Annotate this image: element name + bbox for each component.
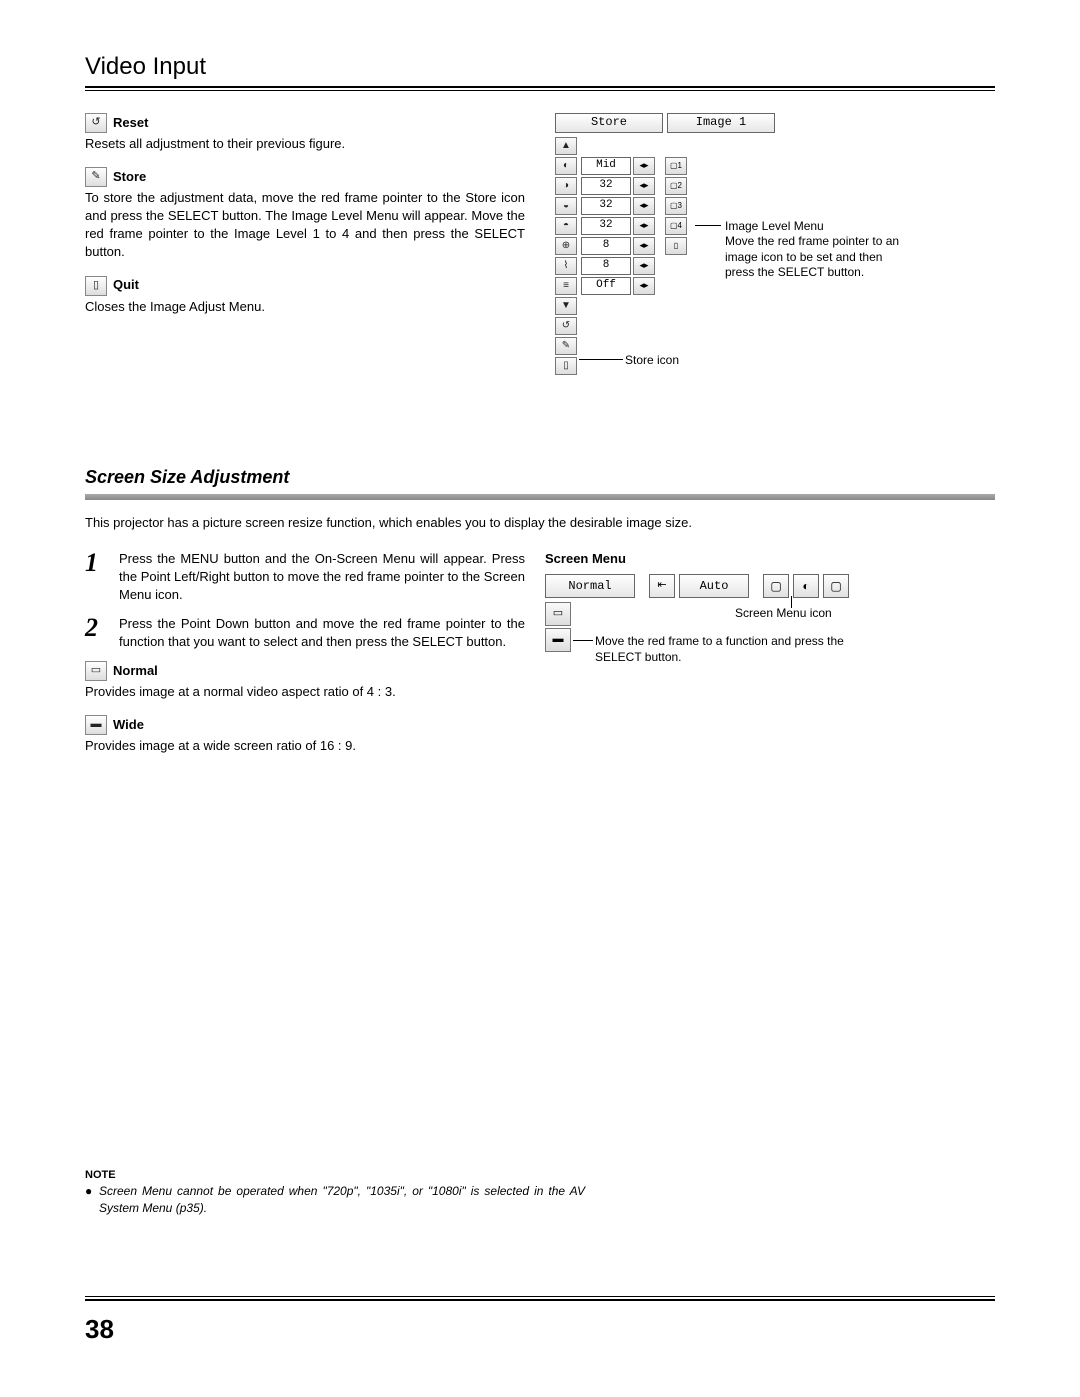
- sm-normal-ratio-icon[interactable]: ▭: [545, 602, 571, 626]
- store-desc: To store the adjustment data, move the r…: [85, 189, 525, 262]
- lr-arrows-icon[interactable]: ◂▸: [633, 237, 655, 255]
- title-rule: [85, 90, 995, 91]
- level-quit-icon[interactable]: ▯: [665, 237, 687, 255]
- sm-annot-body: Move the red frame to a function and pre…: [595, 634, 855, 665]
- adjust-icon-6[interactable]: ⌇: [555, 257, 577, 275]
- lr-arrows-icon[interactable]: ◂▸: [633, 217, 655, 235]
- lr-arrows-icon[interactable]: ◂▸: [633, 257, 655, 275]
- lr-arrows-icon[interactable]: ◂▸: [633, 177, 655, 195]
- sm-normal-button[interactable]: Normal: [545, 574, 635, 598]
- step-2-text: Press the Point Down button and move the…: [119, 615, 525, 651]
- adjust-icon-5[interactable]: ⊕: [555, 237, 577, 255]
- level-3-icon[interactable]: ▢3: [665, 197, 687, 215]
- store-row-icon[interactable]: ✎: [555, 337, 577, 355]
- sm-icon-2[interactable]: ◐: [793, 574, 819, 598]
- adjust-icon-7[interactable]: ≡: [555, 277, 577, 295]
- page-number: 38: [85, 1311, 114, 1347]
- sm-screen-icon[interactable]: ▢: [763, 574, 789, 598]
- osd-value-3: 32: [581, 217, 631, 235]
- quit-icon: ▯: [85, 276, 107, 296]
- note-text: Screen Menu cannot be operated when "720…: [85, 1183, 585, 1217]
- sm-icon-1[interactable]: ⇤: [649, 574, 675, 598]
- section-title: Screen Size Adjustment: [85, 465, 995, 490]
- store-icon: ✎: [85, 167, 107, 187]
- sm-auto-button[interactable]: Auto: [679, 574, 749, 598]
- osd-value-6: Off: [581, 277, 631, 295]
- scroll-down-icon[interactable]: ▼: [555, 297, 577, 315]
- osd-panel: Store Image 1 ▲ ◐ ◑ ◒ ◓ ⊕ ⌇ ≡ ▼ ↺ ✎ ▯: [555, 113, 995, 375]
- osd-value-5: 8: [581, 257, 631, 275]
- reset-icon: ↺: [85, 113, 107, 133]
- reset-label: Reset: [113, 114, 148, 132]
- osd-annot-body: Move the red frame pointer to an image i…: [725, 234, 905, 281]
- osd-value-2: 32: [581, 197, 631, 215]
- scroll-up-icon[interactable]: ▲: [555, 137, 577, 155]
- adjust-icon-2[interactable]: ◑: [555, 177, 577, 195]
- reset-row-icon[interactable]: ↺: [555, 317, 577, 335]
- lr-arrows-icon[interactable]: ◂▸: [633, 277, 655, 295]
- adjust-icon-1[interactable]: ◐: [555, 157, 577, 175]
- adjust-icon-4[interactable]: ◓: [555, 217, 577, 235]
- sm-icon-3[interactable]: ▢: [823, 574, 849, 598]
- wide-desc: Provides image at a wide screen ratio of…: [85, 737, 525, 755]
- note-title: NOTE: [85, 1168, 585, 1183]
- reset-desc: Resets all adjustment to their previous …: [85, 135, 525, 153]
- osd-value-4: 8: [581, 237, 631, 255]
- wide-label: Wide: [113, 716, 144, 734]
- sm-wide-ratio-icon[interactable]: ▬: [545, 628, 571, 652]
- adjust-icon-3[interactable]: ◒: [555, 197, 577, 215]
- quit-label: Quit: [113, 276, 139, 294]
- lr-arrows-icon[interactable]: ◂▸: [633, 197, 655, 215]
- footer-rule-1: [85, 1296, 995, 1297]
- quit-desc: Closes the Image Adjust Menu.: [85, 298, 525, 316]
- level-2-icon[interactable]: ▢2: [665, 177, 687, 195]
- level-4-icon[interactable]: ▢4: [665, 217, 687, 235]
- footer-rule-2: [85, 1299, 995, 1301]
- sm-annot-icon: Screen Menu icon: [735, 606, 832, 622]
- normal-icon: ▭: [85, 661, 107, 681]
- normal-desc: Provides image at a normal video aspect …: [85, 683, 525, 701]
- step-number-2: 2: [85, 615, 109, 641]
- osd-annot-title: Image Level Menu: [725, 219, 905, 235]
- osd-value-0: Mid: [581, 157, 631, 175]
- wide-icon: ▬: [85, 715, 107, 735]
- osd-store-icon-label: Store icon: [625, 353, 679, 367]
- normal-label: Normal: [113, 662, 158, 680]
- lr-arrows-icon[interactable]: ◂▸: [633, 157, 655, 175]
- screen-menu-title: Screen Menu: [545, 550, 995, 568]
- osd-image-button[interactable]: Image 1: [667, 113, 775, 133]
- section-rule: [85, 494, 995, 500]
- level-1-icon[interactable]: ▢1: [665, 157, 687, 175]
- section-intro: This projector has a picture screen resi…: [85, 514, 995, 532]
- page-title: Video Input: [85, 50, 995, 88]
- osd-value-1: 32: [581, 177, 631, 195]
- store-label: Store: [113, 168, 146, 186]
- quit-row-icon[interactable]: ▯: [555, 357, 577, 375]
- step-number-1: 1: [85, 550, 109, 576]
- osd-store-button[interactable]: Store: [555, 113, 663, 133]
- step-1-text: Press the MENU button and the On-Screen …: [119, 550, 525, 605]
